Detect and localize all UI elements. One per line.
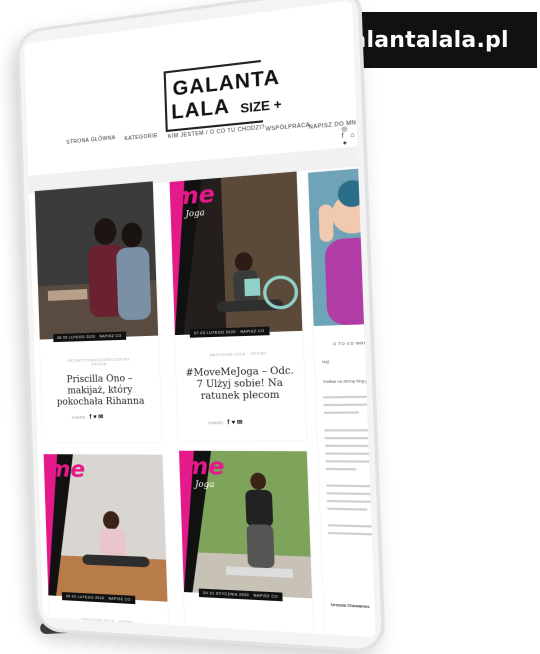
- post-image[interactable]: me Joga: [179, 451, 312, 599]
- post-image[interactable]: [35, 181, 158, 339]
- post-photo-yoga: me Joga: [179, 451, 312, 599]
- post-share: SHARE: f ♥ ✉: [72, 413, 104, 420]
- social-icons[interactable]: ◎ f ⌂ ✦: [341, 124, 357, 148]
- device-mockup: GALANTA LALA SIZE + STRONA GŁÓWNA KATEGO…: [0, 0, 540, 645]
- post-category[interactable]: #MOVEMEJOGA SPORT: [49, 616, 168, 627]
- sidebar-text-lines: [323, 395, 375, 598]
- svg-text:Joga: Joga: [183, 208, 205, 219]
- post-photo-yoga: me: [44, 454, 168, 602]
- post-card[interactable]: me 05 02 LUTEGO 2020 NAPISZ CO #MOVEMEJO…: [44, 454, 169, 637]
- post-card[interactable]: me Joga 07 03 LUTEGO 2020 NAPISZ CO #MOV…: [170, 172, 307, 441]
- post-card[interactable]: me Joga 04 31 STYCZNIA 2020 NAPISZ CO: [179, 451, 314, 638]
- logo-line-2: LALA: [171, 96, 230, 125]
- svg-text:me: me: [174, 181, 215, 211]
- sidebar-signature: Urszula Chowaniec: [331, 602, 370, 612]
- post-category[interactable]: #STARTTOWARDSRECOVERY URODA: [40, 357, 159, 368]
- share-icons[interactable]: f ♥ ✉: [89, 414, 103, 420]
- post-title[interactable]: Priscilla Ono – makijaż, który pokochała…: [47, 373, 155, 408]
- svg-text:me: me: [183, 454, 225, 481]
- nav-item-cooperation[interactable]: WSPÓŁPRACA: [265, 122, 310, 133]
- post-date-badge: 08 05 LUTEGO 2020 NAPISZ CO: [53, 332, 126, 343]
- author-photo: [308, 166, 376, 326]
- sidebar-label: O TO CO MNIE JEST: [333, 339, 376, 348]
- svg-text:me: me: [48, 457, 86, 483]
- sidebar-paragraph-1: Trafiłaś na stronę blog plus size.: [323, 377, 376, 386]
- nav-item-categories[interactable]: KATEGORIE: [124, 133, 158, 142]
- share-icons[interactable]: f ♥ ✉: [227, 420, 242, 426]
- about-sidebar: O TO CO MNIE JEST Hej! Trafiłaś na stron…: [308, 166, 376, 638]
- logo-size-mark: SIZE +: [240, 97, 282, 116]
- tablet-frame: GALANTA LALA SIZE + STRONA GŁÓWNA KATEGO…: [16, 0, 386, 654]
- post-date-badge: 07 03 LUTEGO 2020 NAPISZ CO: [190, 327, 270, 338]
- post-photo-makeup: [35, 181, 158, 339]
- post-title[interactable]: #MoveMeJoga – Odc. 7 Ulżyj sobie! Na rat…: [182, 366, 298, 403]
- post-share: SHARE: f ♥ ✉: [208, 419, 243, 427]
- post-image[interactable]: me Joga: [170, 172, 303, 336]
- post-card[interactable]: 08 05 LUTEGO 2020 NAPISZ CO #STARTTOWARD…: [35, 181, 162, 442]
- nav-item-home[interactable]: STRONA GŁÓWNA: [66, 135, 116, 146]
- post-category[interactable]: #MOVEMEJOGA SPORT: [176, 351, 304, 359]
- sidebar-hello: Hej!: [322, 359, 330, 367]
- post-photo-yoga: me Joga: [170, 172, 303, 336]
- svg-text:Joga: Joga: [193, 479, 215, 489]
- post-image[interactable]: me: [44, 454, 168, 602]
- website-screen: GALANTA LALA SIZE + STRONA GŁÓWNA KATEGO…: [24, 0, 376, 637]
